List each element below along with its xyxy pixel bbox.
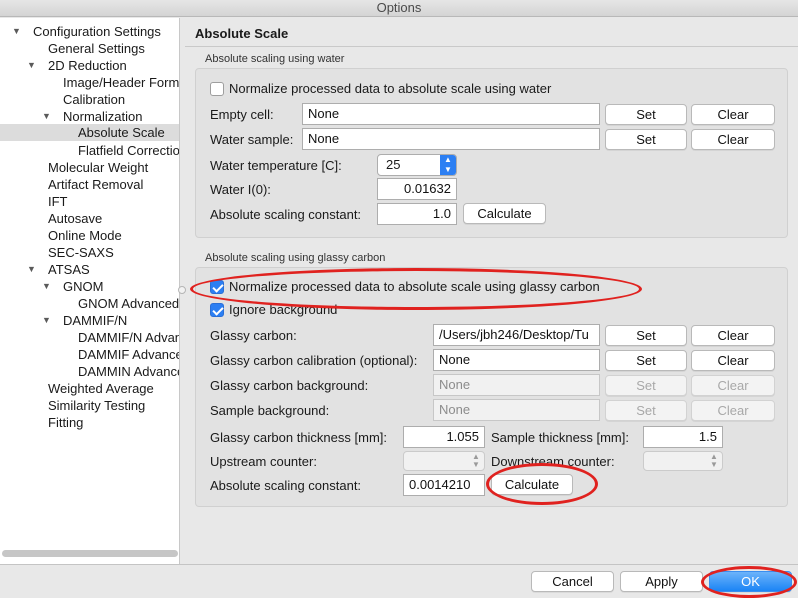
tree-item-dammif-n[interactable]: ▼ DAMMIF/N: [0, 312, 179, 329]
page-title: Absolute Scale: [195, 26, 289, 41]
glassy-background-field: None: [433, 374, 600, 396]
water-constant-label: Absolute scaling constant:: [210, 207, 362, 222]
empty-cell-label: Empty cell:: [210, 107, 274, 122]
ok-button[interactable]: OK: [709, 571, 792, 592]
glassy-carbon-clear-button[interactable]: Clear: [691, 325, 775, 346]
glassy-thickness-field[interactable]: 1.055: [403, 426, 485, 448]
ignore-background-checkbox[interactable]: [210, 303, 224, 317]
settings-tree: ▼ Configuration Settings General Setting…: [0, 18, 180, 564]
glassy-calibration-clear-button[interactable]: Clear: [691, 350, 775, 371]
tree-item-weighted-average[interactable]: Weighted Average: [0, 380, 179, 397]
glassy-background-label: Glassy carbon background:: [210, 378, 369, 393]
glassy-calibration-set-button[interactable]: Set: [605, 350, 687, 371]
glassy-group-label: Absolute scaling using glassy carbon: [205, 252, 386, 264]
disclosure-expanded-icon[interactable]: ▼: [42, 312, 54, 329]
tree-item-autosave[interactable]: Autosave: [0, 210, 179, 227]
tree-item-dammin-advanced[interactable]: DAMMIN Advanced: [0, 363, 179, 380]
water-temperature-select[interactable]: 25 ▲ ▼: [377, 154, 457, 176]
select-updown-icon: ▲ ▼: [472, 452, 480, 469]
tree-item-absolute-scale[interactable]: Absolute Scale: [0, 124, 179, 141]
empty-cell-field[interactable]: None: [302, 103, 600, 125]
tree-item-flatfield-correction[interactable]: Flatfield Correction: [0, 142, 179, 159]
water-sample-set-button[interactable]: Set: [605, 129, 687, 150]
water-calculate-button[interactable]: Calculate: [463, 203, 546, 224]
disclosure-expanded-icon[interactable]: ▼: [27, 57, 39, 74]
disclosure-expanded-icon[interactable]: ▼: [27, 261, 39, 278]
absolute-scale-panel: Absolute Scale Absolute scaling using wa…: [185, 18, 798, 564]
water-constant-field[interactable]: 1.0: [377, 203, 457, 225]
glassy-calibration-field[interactable]: None: [433, 349, 600, 371]
glassy-calibration-label: Glassy carbon calibration (optional):: [210, 353, 418, 368]
select-updown-icon: ▲ ▼: [440, 155, 456, 175]
water-i0-field[interactable]: 0.01632: [377, 178, 457, 200]
water-normalize-checkbox[interactable]: [210, 82, 224, 96]
upstream-counter-label: Upstream counter:: [210, 454, 317, 469]
water-temperature-label: Water temperature [C]:: [210, 158, 342, 173]
tree-item-ift[interactable]: IFT: [0, 193, 179, 210]
glassy-background-clear-button: Clear: [691, 375, 775, 396]
empty-cell-clear-button[interactable]: Clear: [691, 104, 775, 125]
tree-item-similarity-testing[interactable]: Similarity Testing: [0, 397, 179, 414]
tree-item-sec-saxs[interactable]: SEC-SAXS: [0, 244, 179, 261]
sample-thickness-label: Sample thickness [mm]:: [491, 430, 629, 445]
sample-thickness-field[interactable]: 1.5: [643, 426, 723, 448]
tree-item-dammif-advanced[interactable]: DAMMIF Advanced: [0, 346, 179, 363]
tree-item-online-mode[interactable]: Online Mode: [0, 227, 179, 244]
tree-item-gnom[interactable]: ▼ GNOM: [0, 278, 179, 295]
glassy-normalize-label: Normalize processed data to absolute sca…: [229, 279, 600, 294]
glassy-constant-label: Absolute scaling constant:: [210, 478, 362, 493]
glassy-carbon-label: Glassy carbon:: [210, 328, 297, 343]
ignore-background-label: Ignore background: [229, 302, 338, 317]
upstream-counter-select: ▲ ▼: [403, 451, 485, 471]
downstream-counter-select: ▲ ▼: [643, 451, 723, 471]
glassy-thickness-label: Glassy carbon thickness [mm]:: [210, 430, 387, 445]
tree-item-dammif-n-advanced[interactable]: DAMMIF/N Advanced: [0, 329, 179, 346]
glassy-normalize-checkbox[interactable]: [210, 280, 224, 294]
disclosure-expanded-icon[interactable]: ▼: [42, 278, 54, 295]
tree-item-gnom-advanced[interactable]: GNOM Advanced: [0, 295, 179, 312]
glassy-background-set-button: Set: [605, 375, 687, 396]
tree-item-configuration-settings[interactable]: ▼ Configuration Settings: [0, 23, 179, 40]
tree-item-general-settings[interactable]: General Settings: [0, 40, 179, 57]
sidebar-horizontal-scrollbar[interactable]: [2, 550, 178, 557]
sample-background-label: Sample background:: [210, 403, 330, 418]
empty-cell-set-button[interactable]: Set: [605, 104, 687, 125]
tree-item-2d-reduction[interactable]: ▼ 2D Reduction: [0, 57, 179, 74]
tree-item-normalization[interactable]: ▼ Normalization: [0, 108, 179, 125]
apply-button[interactable]: Apply: [620, 571, 703, 592]
tree-item-artifact-removal[interactable]: Artifact Removal: [0, 176, 179, 193]
tree-item-fitting[interactable]: Fitting: [0, 414, 179, 431]
water-sample-label: Water sample:: [210, 132, 294, 147]
title-divider: [185, 46, 798, 47]
downstream-counter-label: Downstream counter:: [491, 454, 615, 469]
tree-item-calibration[interactable]: Calibration: [0, 91, 179, 108]
disclosure-expanded-icon[interactable]: ▼: [42, 108, 54, 125]
tree-item-molecular-weight[interactable]: Molecular Weight: [0, 159, 179, 176]
disclosure-expanded-icon[interactable]: ▼: [12, 23, 24, 40]
glassy-calculate-button[interactable]: Calculate: [491, 474, 573, 495]
water-sample-field[interactable]: None: [302, 128, 600, 150]
glassy-carbon-set-button[interactable]: Set: [605, 325, 687, 346]
footer-divider: [0, 564, 798, 565]
tree-item-image-header-format[interactable]: Image/Header Format: [0, 74, 179, 91]
tree-item-atsas[interactable]: ▼ ATSAS: [0, 261, 179, 278]
sample-background-set-button: Set: [605, 400, 687, 421]
glassy-carbon-field[interactable]: /Users/jbh246/Desktop/Tu: [433, 324, 600, 346]
water-normalize-label: Normalize processed data to absolute sca…: [229, 81, 552, 96]
sample-background-field: None: [433, 399, 600, 421]
water-sample-clear-button[interactable]: Clear: [691, 129, 775, 150]
cancel-button[interactable]: Cancel: [531, 571, 614, 592]
water-i0-label: Water I(0):: [210, 182, 271, 197]
glassy-constant-field[interactable]: 0.0014210: [403, 474, 485, 496]
sample-background-clear-button: Clear: [691, 400, 775, 421]
window-title: Options: [0, 0, 798, 17]
water-group-label: Absolute scaling using water: [205, 53, 345, 65]
select-updown-icon: ▲ ▼: [710, 452, 718, 469]
